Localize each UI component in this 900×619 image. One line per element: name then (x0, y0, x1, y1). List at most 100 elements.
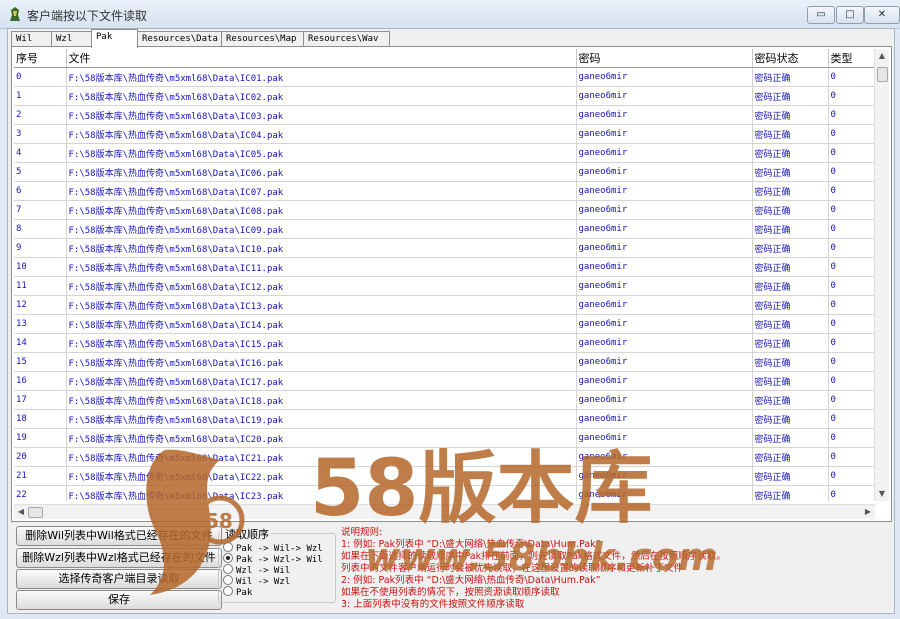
tab-resources-map[interactable]: Resources\Map (221, 31, 307, 47)
radio-icon[interactable] (223, 575, 233, 585)
table-row[interactable]: 17 F:\58版本库\热血传奇\m5xml68\Data\IC18.pak gan… (14, 390, 875, 410)
cell-index[interactable]: 15 (14, 352, 67, 372)
cell-type[interactable]: 0 (828, 238, 875, 258)
radio-icon[interactable] (223, 586, 233, 596)
table-row[interactable]: 1 F:\58版本库\热血传奇\m5xml68\Data\IC02.pak gane… (14, 86, 875, 106)
cell-index[interactable]: 6 (14, 181, 67, 201)
select-client-directory-button[interactable]: 选择传奇客户端目录读取 (16, 569, 222, 589)
delete-wzl-existing-button[interactable]: 删除Wzl列表中Wzl格式已经存在的文件 (16, 548, 222, 568)
cell-file[interactable]: F:\58版本库\热血传奇\m5xml68\Data\IC05.pak (66, 143, 577, 163)
cell-password[interactable]: ganeo6mir (576, 124, 753, 144)
save-button[interactable]: 保存 (16, 590, 222, 610)
cell-password-status[interactable]: 密码正确 (752, 143, 829, 163)
cell-type[interactable]: 0 (828, 447, 875, 467)
cell-password[interactable]: ganeo6mir (576, 238, 753, 258)
cell-password-status[interactable]: 密码正确 (752, 352, 829, 372)
close-button[interactable]: ✕ (864, 6, 900, 24)
table-row[interactable]: 16 F:\58版本库\热血传奇\m5xml68\Data\IC17.pak gan… (14, 371, 875, 391)
cell-password-status[interactable]: 密码正确 (752, 86, 829, 106)
table-row[interactable]: 13 F:\58版本库\热血传奇\m5xml68\Data\IC14.pak gan… (14, 314, 875, 334)
cell-password[interactable]: ganeo6mir (576, 428, 753, 448)
cell-password-status[interactable]: 密码正确 (752, 162, 829, 182)
tab-resources-data[interactable]: Resources\Data (137, 31, 225, 47)
cell-password-status[interactable]: 密码正确 (752, 200, 829, 220)
delete-wil-existing-button[interactable]: 删除Wil列表中Wil格式已经存在的文件 (16, 526, 222, 546)
table-row[interactable]: 2 F:\58版本库\热血传奇\m5xml68\Data\IC03.pak gane… (14, 105, 875, 125)
cell-file[interactable]: F:\58版本库\热血传奇\m5xml68\Data\IC10.pak (66, 238, 577, 258)
cell-type[interactable]: 0 (828, 466, 875, 486)
scroll-right-icon[interactable]: ▶ (861, 505, 875, 519)
column-header-index[interactable]: 序号 (14, 49, 67, 68)
cell-password-status[interactable]: 密码正确 (752, 333, 829, 353)
cell-password[interactable]: ganeo6mir (576, 409, 753, 429)
cell-password-status[interactable]: 密码正确 (752, 314, 829, 334)
cell-index[interactable]: 22 (14, 485, 67, 501)
cell-type[interactable]: 0 (828, 352, 875, 372)
cell-password[interactable]: ganeo6mir (576, 67, 753, 87)
cell-file[interactable]: F:\58版本库\热血传奇\m5xml68\Data\IC01.pak (66, 67, 577, 87)
cell-file[interactable]: F:\58版本库\热血传奇\m5xml68\Data\IC12.pak (66, 276, 577, 296)
maximize-button[interactable]: □ (836, 6, 864, 24)
table-row[interactable]: 7 F:\58版本库\热血传奇\m5xml68\Data\IC08.pak gane… (14, 200, 875, 220)
cell-file[interactable]: F:\58版本库\热血传奇\m5xml68\Data\IC13.pak (66, 295, 577, 315)
cell-index[interactable]: 1 (14, 86, 67, 106)
cell-file[interactable]: F:\58版本库\热血传奇\m5xml68\Data\IC08.pak (66, 200, 577, 220)
cell-password-status[interactable]: 密码正确 (752, 485, 829, 501)
cell-file[interactable]: F:\58版本库\热血传奇\m5xml68\Data\IC11.pak (66, 257, 577, 277)
table-row[interactable]: 21 F:\58版本库\热血传奇\m5xml68\Data\IC22.pak gan… (14, 466, 875, 486)
cell-index[interactable]: 0 (14, 67, 67, 87)
cell-type[interactable]: 0 (828, 67, 875, 87)
cell-type[interactable]: 0 (828, 124, 875, 144)
cell-type[interactable]: 0 (828, 428, 875, 448)
cell-password-status[interactable]: 密码正确 (752, 124, 829, 144)
cell-index[interactable]: 16 (14, 371, 67, 391)
cell-type[interactable]: 0 (828, 485, 875, 501)
read-order-option-5[interactable]: Pak (223, 586, 252, 598)
cell-type[interactable]: 0 (828, 371, 875, 391)
cell-index[interactable]: 13 (14, 314, 67, 334)
cell-password-status[interactable]: 密码正确 (752, 447, 829, 467)
cell-password[interactable]: ganeo6mir (576, 333, 753, 353)
table-row[interactable]: 6 F:\58版本库\热血传奇\m5xml68\Data\IC07.pak gane… (14, 181, 875, 201)
table-row[interactable]: 11 F:\58版本库\热血传奇\m5xml68\Data\IC12.pak gan… (14, 276, 875, 296)
horizontal-scroll-thumb[interactable] (28, 507, 43, 518)
cell-index[interactable]: 20 (14, 447, 67, 467)
cell-index[interactable]: 19 (14, 428, 67, 448)
cell-password-status[interactable]: 密码正确 (752, 219, 829, 239)
cell-password[interactable]: ganeo6mir (576, 219, 753, 239)
cell-index[interactable]: 8 (14, 219, 67, 239)
cell-index[interactable]: 2 (14, 105, 67, 125)
table-row[interactable]: 20 F:\58版本库\热血传奇\m5xml68\Data\IC21.pak gan… (14, 447, 875, 467)
scroll-left-icon[interactable]: ◀ (14, 505, 28, 519)
cell-type[interactable]: 0 (828, 181, 875, 201)
cell-file[interactable]: F:\58版本库\热血传奇\m5xml68\Data\IC06.pak (66, 162, 577, 182)
radio-icon[interactable] (223, 542, 233, 552)
cell-type[interactable]: 0 (828, 162, 875, 182)
cell-password[interactable]: ganeo6mir (576, 352, 753, 372)
cell-password[interactable]: ganeo6mir (576, 105, 753, 125)
minimize-button[interactable]: ▭ (807, 6, 835, 24)
radio-icon[interactable] (223, 564, 233, 574)
cell-password-status[interactable]: 密码正确 (752, 257, 829, 277)
cell-password-status[interactable]: 密码正确 (752, 295, 829, 315)
cell-password-status[interactable]: 密码正确 (752, 238, 829, 258)
cell-password[interactable]: ganeo6mir (576, 181, 753, 201)
table-row[interactable]: 3 F:\58版本库\热血传奇\m5xml68\Data\IC04.pak gane… (14, 124, 875, 144)
cell-password-status[interactable]: 密码正确 (752, 428, 829, 448)
cell-file[interactable]: F:\58版本库\热血传奇\m5xml68\Data\IC19.pak (66, 409, 577, 429)
cell-password[interactable]: ganeo6mir (576, 276, 753, 296)
cell-password[interactable]: ganeo6mir (576, 390, 753, 410)
column-header-password-status[interactable]: 密码状态 (752, 49, 829, 68)
cell-password[interactable]: ganeo6mir (576, 162, 753, 182)
cell-type[interactable]: 0 (828, 219, 875, 239)
cell-file[interactable]: F:\58版本库\热血传奇\m5xml68\Data\IC23.pak (66, 485, 577, 501)
table-row[interactable]: 4 F:\58版本库\热血传奇\m5xml68\Data\IC05.pak gane… (14, 143, 875, 163)
table-row[interactable]: 22 F:\58版本库\热血传奇\m5xml68\Data\IC23.pak gan… (14, 485, 875, 501)
cell-type[interactable]: 0 (828, 200, 875, 220)
cell-file[interactable]: F:\58版本库\热血传奇\m5xml68\Data\IC03.pak (66, 105, 577, 125)
cell-password-status[interactable]: 密码正确 (752, 181, 829, 201)
tab-wzl[interactable]: Wzl (51, 31, 95, 47)
column-header-file[interactable]: 文件 (66, 49, 577, 68)
cell-type[interactable]: 0 (828, 276, 875, 296)
vertical-scroll-thumb[interactable] (877, 67, 888, 82)
